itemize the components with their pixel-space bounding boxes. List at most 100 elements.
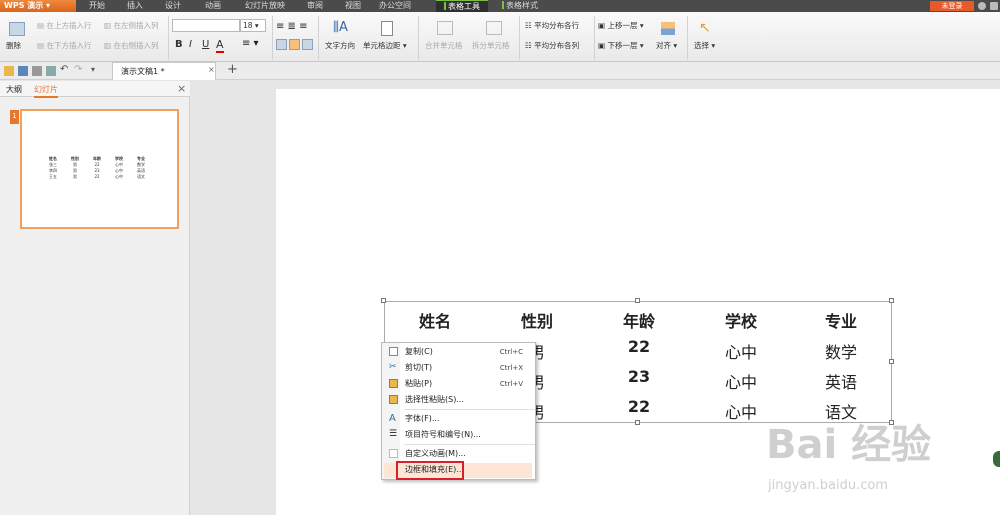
insert-col-left-button[interactable]: ▥ 在左侧插入列	[104, 20, 158, 31]
resize-handle[interactable]	[635, 420, 640, 425]
open-icon[interactable]	[4, 66, 14, 76]
delete-table-icon[interactable]	[9, 22, 25, 36]
italic-button[interactable]: I	[189, 39, 192, 50]
table-cell[interactable]: 心中	[691, 339, 791, 363]
menu-item-bullets[interactable]: ☰ 项目符号和编号(N)...	[382, 427, 535, 443]
menu-separator	[404, 444, 535, 445]
ribbon-separator	[519, 16, 520, 60]
insert-row-above-button[interactable]: ▤ 在上方插入行	[37, 20, 91, 31]
align-middle-icon[interactable]	[289, 39, 300, 50]
thumbnail-cell: 王五	[49, 174, 57, 179]
bullets-icon: ☰	[389, 429, 398, 439]
highlight-box	[396, 461, 464, 480]
tab-slideshow[interactable]: 幻灯片放映	[240, 0, 290, 12]
watermark-logo: Bai 经验	[766, 422, 932, 468]
side-float-button[interactable]	[993, 451, 1000, 467]
menu-item-label: 自定义动画(M)...	[405, 449, 466, 458]
ribbon-separator	[168, 16, 169, 60]
resize-handle[interactable]	[635, 298, 640, 303]
insert-col-right-button[interactable]: ▥ 在右侧插入列	[104, 40, 158, 51]
tab-table-tools[interactable]: 表格工具	[436, 0, 488, 12]
tab-outline[interactable]: 大纲	[6, 84, 22, 95]
bring-forward-label: 上移一层	[607, 21, 638, 30]
menu-item-font[interactable]: A 字体(F)...	[382, 411, 535, 427]
align-bottom-icon[interactable]	[302, 39, 313, 50]
cell-margin-label: 单元格边距	[363, 41, 401, 50]
close-panel-icon[interactable]: ×	[177, 82, 186, 95]
insert-col-left-label: 在左侧插入列	[113, 21, 159, 30]
add-tab-button[interactable]: +	[227, 62, 238, 77]
document-tab[interactable]: 演示文稿1 *	[112, 62, 216, 80]
print-icon[interactable]	[32, 66, 42, 76]
tab-label: 表格样式	[506, 1, 538, 10]
distribute-cols-button[interactable]: ☷ 平均分布各列	[525, 40, 579, 51]
menu-item-cut[interactable]: ✂ 剪切(T) Ctrl+X	[382, 360, 535, 376]
line-spacing-icon[interactable]: ≡ ▾	[242, 38, 264, 50]
distribute-rows-label: 平均分布各行	[534, 21, 580, 30]
text-direction-icon: ⫼A	[333, 20, 348, 35]
preview-icon[interactable]	[46, 66, 56, 76]
menu-item-paste-special[interactable]: 选择性粘贴(S)...	[382, 392, 535, 408]
delete-button[interactable]: 删除	[6, 40, 21, 51]
insert-row-below-button[interactable]: ▤ 在下方插入行	[37, 40, 91, 51]
cell-margin-button[interactable]: 单元格边距 ▾	[363, 40, 407, 51]
close-tab-icon[interactable]: ×	[208, 65, 215, 74]
tab-insert[interactable]: 插入	[122, 0, 148, 12]
align-text-icon[interactable]: ≡ ≣ ≡	[276, 21, 318, 33]
menu-item-custom-animation[interactable]: 自定义动画(M)...	[382, 446, 535, 462]
undo-icon[interactable]: ↶	[60, 64, 68, 75]
tab-office-space[interactable]: 办公空间	[370, 0, 420, 12]
resize-handle[interactable]	[889, 298, 894, 303]
thumbnail-cell: 心中	[115, 174, 123, 179]
menu-separator	[404, 409, 535, 410]
table-cell[interactable]: 数学	[791, 339, 891, 363]
watermark-url: jingyan.baidu.com	[768, 478, 888, 493]
toolbar-dropdown-icon[interactable]: ▾	[91, 65, 95, 74]
send-backward-button[interactable]: ▣ 下移一层 ▾	[598, 40, 644, 51]
app-menu-button[interactable]: WPS 演示 ▾	[0, 0, 76, 12]
settings-icon[interactable]	[978, 2, 986, 10]
tab-view[interactable]: 视图	[340, 0, 366, 12]
merge-cells-button[interactable]: 合并单元格	[425, 40, 463, 51]
split-cells-button[interactable]: 拆分单元格	[472, 40, 510, 51]
table-cell[interactable]: 心中	[691, 369, 791, 393]
select-button[interactable]: 选择 ▾	[694, 40, 715, 51]
thumbnail-table: 姓名 性别 年龄 学校 专业 张三 男 22 心中 数学 李四 男 23 心中 …	[42, 156, 162, 180]
cut-icon: ✂	[389, 362, 397, 372]
table-cell[interactable]: 英语	[791, 369, 891, 393]
tab-table-style[interactable]: 表格样式	[495, 0, 545, 12]
font-color-button[interactable]: A	[216, 38, 224, 53]
menu-item-shortcut: Ctrl+C	[499, 348, 523, 356]
underline-button[interactable]: U	[202, 39, 209, 50]
table-cell[interactable]: 22	[589, 337, 689, 356]
resize-handle[interactable]	[381, 298, 386, 303]
tab-home[interactable]: 开始	[84, 0, 110, 12]
tab-design[interactable]: 设计	[160, 0, 186, 12]
tab-slides[interactable]: 幻灯片	[34, 84, 58, 98]
tab-animation[interactable]: 动画	[198, 0, 228, 12]
minimize-icon[interactable]	[990, 2, 998, 10]
bold-button[interactable]: B	[175, 39, 183, 50]
bring-forward-button[interactable]: ▣ 上移一层 ▾	[598, 20, 644, 31]
header-gender: 性别	[520, 312, 553, 331]
login-button[interactable]: 未登录	[930, 1, 974, 11]
table-cell[interactable]: 23	[589, 367, 689, 386]
menu-item-copy[interactable]: 复制(C) Ctrl+C	[382, 344, 535, 360]
table-cell[interactable]: 22	[589, 397, 689, 416]
font-name-input[interactable]	[172, 19, 240, 32]
paste-special-icon	[389, 395, 398, 404]
tab-review[interactable]: 审阅	[302, 0, 328, 12]
header-school: 学校	[724, 312, 757, 331]
distribute-rows-button[interactable]: ☷ 平均分布各行	[525, 20, 579, 31]
ribbon-separator	[418, 16, 419, 60]
menu-item-shortcut: Ctrl+X	[499, 364, 523, 372]
font-size-input[interactable]: 18 ▾	[240, 19, 266, 32]
align-top-icon[interactable]	[276, 39, 287, 50]
ribbon-separator	[318, 16, 319, 60]
menu-item-paste[interactable]: 粘贴(P) Ctrl+V	[382, 376, 535, 392]
save-icon[interactable]	[18, 66, 28, 76]
text-direction-button[interactable]: 文字方向	[325, 40, 355, 51]
redo-icon[interactable]: ↷	[74, 64, 82, 75]
menu-item-label: 字体(F)...	[405, 414, 440, 423]
align-button[interactable]: 对齐 ▾	[656, 40, 677, 51]
